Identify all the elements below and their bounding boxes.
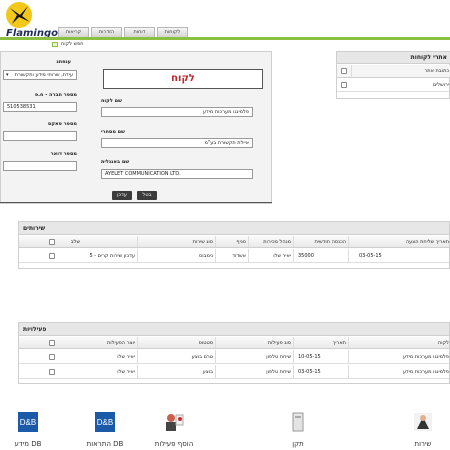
english-name-field[interactable]: AYELET COMMUNICATION LTD.	[101, 169, 253, 179]
column-status: סטטוס	[137, 337, 215, 348]
tab-calls[interactable]: קריאות	[58, 27, 89, 37]
customer-name-field[interactable]: פלמינגו מערכות מידע	[101, 107, 253, 117]
date-cell: 03-05-15	[293, 365, 348, 378]
add-activity-button[interactable]: הוסף פעילות	[146, 408, 202, 450]
customer-sites-header: כתובת אתר	[337, 65, 450, 78]
svg-text:D&B: D&B	[20, 418, 36, 427]
customer-cell: פלמינגו מערכות מידע	[348, 365, 450, 378]
phone-label: מספר דואר	[50, 151, 77, 157]
cancel-button[interactable]: בטל	[137, 191, 157, 200]
fax-field[interactable]	[3, 131, 77, 141]
customer-cell: פלמינגו מערכות מידע	[348, 350, 450, 363]
column-branch: סניף	[215, 236, 248, 247]
branch-cell: אשדוד	[215, 249, 248, 262]
new-customer-icon	[52, 41, 58, 47]
column-stage: שלב	[70, 239, 80, 245]
status-cell: טרם בוצע	[137, 350, 215, 363]
stage-cell: עדכון שירות קרים - 5	[89, 253, 135, 259]
row-checkbox[interactable]	[49, 369, 55, 375]
db-info-label: מידע DB	[14, 440, 42, 448]
date-cell: 10-05-15	[293, 350, 348, 363]
customer-form-panel: ענפתנ עידת, שרותי מידע ותקשורת ▾ מספר חב…	[0, 51, 272, 204]
search-customer-label: חפש לקוח	[61, 41, 84, 47]
english-name-label: שם באנגלית	[101, 159, 130, 165]
save-button[interactable]: עדכן	[112, 191, 132, 200]
chevron-down-icon: ▾	[6, 72, 9, 78]
service-button[interactable]: שירות	[400, 408, 446, 450]
fax-label: מספר פאקס	[47, 121, 77, 127]
phone-field[interactable]	[3, 161, 77, 171]
column-monthly-income: הכנסה חודשית	[293, 236, 348, 247]
table-row[interactable]: ירושלים	[337, 78, 449, 92]
company-number-field[interactable]: 510538531	[3, 102, 77, 112]
activity-creator-cell: יאיר שלו	[117, 369, 135, 375]
status-cell: בוצע	[137, 365, 215, 378]
add-activity-label: הוסף פעילות	[154, 440, 194, 448]
services-title: שירותים	[19, 222, 449, 235]
column-activity-type: סוג פעילות	[215, 337, 293, 348]
db-alerts-label: התראות DB	[86, 440, 124, 448]
site-cell: ירושלים	[432, 82, 449, 88]
select-all-checkbox[interactable]	[341, 68, 347, 74]
column-service-type: סוג שירות	[137, 236, 215, 247]
fix-label: תקן	[292, 440, 304, 448]
activity-creator-cell: יאיר שלו	[117, 354, 135, 360]
tab-training[interactable]: הזדרות	[91, 27, 122, 37]
row-checkbox[interactable]	[341, 82, 347, 88]
column-date: תאריך	[293, 337, 348, 348]
activities-title: פעילויות	[19, 323, 449, 336]
form-title: לקוח	[103, 69, 263, 89]
column-offer-date: תאריך שליחת הצעה	[348, 236, 450, 247]
svg-text:D&B: D&B	[97, 418, 113, 427]
service-icon	[412, 411, 434, 433]
industry-select[interactable]: עידת, שרותי מידע ותקשורת ▾	[3, 70, 77, 80]
column-activity-creator: יוצר הפעילות	[107, 340, 135, 346]
db-alerts-button[interactable]: D&B התראות DB	[80, 408, 130, 450]
tab-reports[interactable]: דוחות	[124, 27, 155, 37]
industry-value: עידת, שרותי מידע ותקשורת	[14, 72, 73, 78]
industry-label: ענפתנ	[56, 59, 71, 65]
add-activity-icon	[163, 411, 185, 433]
column-customer: לקוח	[348, 337, 450, 348]
activity-type-cell: שיחת טלפון	[215, 350, 293, 363]
tab-customers[interactable]: לקוחות	[157, 27, 188, 37]
service-label: שירות	[414, 440, 432, 448]
services-panel: שירותים שלב סוג שירות סניף מנהל מכירות ה…	[18, 221, 450, 269]
flamingo-logo: Flamingo	[2, 2, 58, 39]
main-nav: קריאות הזדרות דוחות לקוחות	[58, 27, 188, 37]
customer-sites-panel: אתרי לקוחות כתובת אתר ירושלים	[336, 51, 450, 99]
nav-accent-bar	[0, 37, 450, 40]
activities-panel: פעילויות יוצר הפעילות סטטוס סוג פעילות ת…	[18, 322, 450, 384]
table-row[interactable]: יאיר שלו טרם בוצע שיחת טלפון 10-05-15 פל…	[19, 350, 449, 364]
table-row[interactable]: יאיר שלו בוצע שיחת טלפון 03-05-15 פלמינג…	[19, 365, 449, 379]
search-customer-link[interactable]: חפש לקוח	[52, 41, 84, 47]
services-header: שלב סוג שירות סניף מנהל מכירות הכנסה חוד…	[19, 236, 449, 248]
logo-bird-icon	[6, 2, 32, 28]
activity-type-cell: שיחת טלפון	[215, 365, 293, 378]
row-checkbox[interactable]	[49, 354, 55, 360]
db-info-button[interactable]: D&B מידע DB	[6, 408, 50, 450]
db-info-icon: D&B	[17, 411, 39, 433]
row-checkbox[interactable]	[49, 253, 55, 259]
sales-manager-cell: יאיר שלו	[248, 249, 293, 262]
customer-sites-title: אתרי לקוחות	[337, 52, 450, 64]
customer-name-label: שם לקוח	[101, 98, 122, 104]
db-alerts-icon: D&B	[94, 411, 116, 433]
table-row[interactable]: עדכון שירות קרים - 5 נימבוס אשדוד יאיר ש…	[19, 249, 449, 263]
fix-button[interactable]: תקן	[280, 408, 316, 450]
offer-date-cell: 03-05-15	[348, 249, 450, 262]
column-site-address: כתובת אתר	[351, 65, 450, 77]
activities-header: יוצר הפעילות סטטוס סוג פעילות תאריך לקוח	[19, 337, 449, 349]
form-divider	[0, 202, 272, 203]
trade-name-label: שם מסחרי	[101, 129, 125, 135]
company-number-label: מספר חברה - ח.פ	[34, 92, 77, 98]
printer-icon	[287, 411, 309, 433]
bottom-toolbar: שירות תקן הוסף פעילות D&B התראות DB D&B …	[0, 408, 450, 450]
column-sales-manager: מנהל מכירות	[248, 236, 293, 247]
select-all-checkbox[interactable]	[49, 340, 55, 346]
trade-name-field[interactable]: איילת תקשורת בע"מ	[101, 138, 253, 148]
monthly-income-cell: 35000	[293, 249, 348, 262]
service-type-cell: נימבוס	[137, 249, 215, 262]
